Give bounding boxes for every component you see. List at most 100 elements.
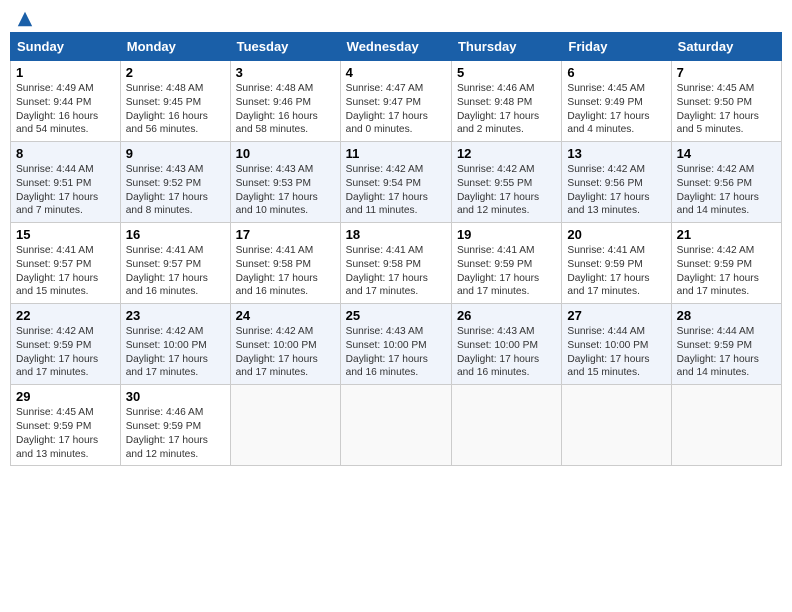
cell-info: Sunrise: 4:44 AM Sunset: 9:59 PM Dayligh… [677,325,776,380]
calendar-week-row: 8 Sunrise: 4:44 AM Sunset: 9:51 PM Daylig… [11,142,782,223]
day-header-tuesday: Tuesday [230,33,340,61]
calendar-week-row: 29 Sunrise: 4:45 AM Sunset: 9:59 PM Dayli… [11,385,782,466]
cell-info: Sunrise: 4:43 AM Sunset: 10:00 PM Daylig… [346,325,446,380]
day-number: 27 [567,308,665,323]
day-header-monday: Monday [120,33,230,61]
calendar-cell: 14 Sunrise: 4:42 AM Sunset: 9:56 PM Dayli… [671,142,781,223]
calendar-week-row: 15 Sunrise: 4:41 AM Sunset: 9:57 PM Dayli… [11,223,782,304]
calendar-cell: 13 Sunrise: 4:42 AM Sunset: 9:56 PM Dayli… [562,142,671,223]
calendar-cell: 16Sunrise: 4:41 AM Sunset: 9:57 PM Dayli… [120,223,230,304]
calendar-cell: 4 Sunrise: 4:47 AM Sunset: 9:47 PM Daylig… [340,61,451,142]
day-number: 26 [457,308,556,323]
cell-info: Sunrise: 4:41 AM Sunset: 9:59 PM Dayligh… [567,244,665,299]
calendar-cell: 1 Sunrise: 4:49 AM Sunset: 9:44 PM Daylig… [11,61,121,142]
day-number: 13 [567,146,665,161]
day-number: 23 [126,308,225,323]
calendar-cell: 30 Sunrise: 4:46 AM Sunset: 9:59 PM Dayli… [120,385,230,466]
day-number: 3 [236,65,335,80]
calendar-cell [230,385,340,466]
day-number: 4 [346,65,446,80]
cell-info: Sunrise: 4:41 AM Sunset: 9:58 PM Dayligh… [236,244,335,299]
calendar-cell: 29 Sunrise: 4:45 AM Sunset: 9:59 PM Dayli… [11,385,121,466]
cell-info: Sunrise: 4:44 AM Sunset: 10:00 PM Daylig… [567,325,665,380]
cell-info: Sunrise: 4:49 AM Sunset: 9:44 PM Dayligh… [16,82,115,137]
calendar-cell: 19 Sunrise: 4:41 AM Sunset: 9:59 PM Dayli… [451,223,561,304]
cell-info: Sunrise: 4:44 AM Sunset: 9:51 PM Dayligh… [16,163,115,218]
day-header-thursday: Thursday [451,33,561,61]
day-header-friday: Friday [562,33,671,61]
cell-info: Sunrise: 4:41 AM Sunset: 9:58 PM Dayligh… [346,244,446,299]
cell-info: Sunrise: 4:43 AM Sunset: 9:53 PM Dayligh… [236,163,335,218]
logo-icon [16,10,34,28]
cell-info: Sunrise: 4:42 AM Sunset: 9:54 PM Dayligh… [346,163,446,218]
calendar-cell: 23 Sunrise: 4:42 AM Sunset: 10:00 PM Dayl… [120,304,230,385]
day-number: 6 [567,65,665,80]
calendar-cell: 27 Sunrise: 4:44 AM Sunset: 10:00 PM Dayl… [562,304,671,385]
calendar-cell: 6 Sunrise: 4:45 AM Sunset: 9:49 PM Daylig… [562,61,671,142]
calendar-week-row: 22Sunrise: 4:42 AM Sunset: 9:59 PM Dayli… [11,304,782,385]
calendar-cell: 21 Sunrise: 4:42 AM Sunset: 9:59 PM Dayli… [671,223,781,304]
cell-info: Sunrise: 4:45 AM Sunset: 9:50 PM Dayligh… [677,82,776,137]
cell-info: Sunrise: 4:48 AM Sunset: 9:46 PM Dayligh… [236,82,335,137]
calendar-table: SundayMondayTuesdayWednesdayThursdayFrid… [10,32,782,466]
day-number: 9 [126,146,225,161]
calendar-cell: 8 Sunrise: 4:44 AM Sunset: 9:51 PM Daylig… [11,142,121,223]
day-header-wednesday: Wednesday [340,33,451,61]
calendar-cell: 20 Sunrise: 4:41 AM Sunset: 9:59 PM Dayli… [562,223,671,304]
day-number: 5 [457,65,556,80]
day-number: 11 [346,146,446,161]
calendar-cell: 3 Sunrise: 4:48 AM Sunset: 9:46 PM Daylig… [230,61,340,142]
day-number: 12 [457,146,556,161]
day-number: 2 [126,65,225,80]
cell-info: Sunrise: 4:42 AM Sunset: 10:00 PM Daylig… [126,325,225,380]
cell-info: Sunrise: 4:41 AM Sunset: 9:57 PM Dayligh… [16,244,115,299]
day-number: 17 [236,227,335,242]
day-number: 28 [677,308,776,323]
day-number: 10 [236,146,335,161]
calendar-cell [451,385,561,466]
cell-info: Sunrise: 4:42 AM Sunset: 9:59 PM Dayligh… [677,244,776,299]
calendar-header-row: SundayMondayTuesdayWednesdayThursdayFrid… [11,33,782,61]
day-number: 29 [16,389,115,404]
day-number: 19 [457,227,556,242]
calendar-cell: 25 Sunrise: 4:43 AM Sunset: 10:00 PM Dayl… [340,304,451,385]
calendar-cell: 24 Sunrise: 4:42 AM Sunset: 10:00 PM Dayl… [230,304,340,385]
calendar-cell: 10 Sunrise: 4:43 AM Sunset: 9:53 PM Dayli… [230,142,340,223]
day-number: 25 [346,308,446,323]
cell-info: Sunrise: 4:42 AM Sunset: 9:55 PM Dayligh… [457,163,556,218]
day-number: 8 [16,146,115,161]
day-number: 20 [567,227,665,242]
calendar-cell: 9 Sunrise: 4:43 AM Sunset: 9:52 PM Daylig… [120,142,230,223]
day-number: 21 [677,227,776,242]
cell-info: Sunrise: 4:43 AM Sunset: 9:52 PM Dayligh… [126,163,225,218]
calendar-cell: 11 Sunrise: 4:42 AM Sunset: 9:54 PM Dayli… [340,142,451,223]
day-header-saturday: Saturday [671,33,781,61]
calendar-cell [340,385,451,466]
cell-info: Sunrise: 4:47 AM Sunset: 9:47 PM Dayligh… [346,82,446,137]
calendar-cell [562,385,671,466]
cell-info: Sunrise: 4:41 AM Sunset: 9:59 PM Dayligh… [457,244,556,299]
calendar-cell: 22Sunrise: 4:42 AM Sunset: 9:59 PM Dayli… [11,304,121,385]
calendar-cell: 12 Sunrise: 4:42 AM Sunset: 9:55 PM Dayli… [451,142,561,223]
day-header-sunday: Sunday [11,33,121,61]
cell-info: Sunrise: 4:46 AM Sunset: 9:59 PM Dayligh… [126,406,225,461]
day-number: 1 [16,65,115,80]
day-number: 16 [126,227,225,242]
day-number: 30 [126,389,225,404]
day-number: 24 [236,308,335,323]
cell-info: Sunrise: 4:45 AM Sunset: 9:59 PM Dayligh… [16,406,115,461]
day-number: 14 [677,146,776,161]
cell-info: Sunrise: 4:45 AM Sunset: 9:49 PM Dayligh… [567,82,665,137]
day-number: 18 [346,227,446,242]
day-number: 22 [16,308,115,323]
cell-info: Sunrise: 4:43 AM Sunset: 10:00 PM Daylig… [457,325,556,380]
day-number: 7 [677,65,776,80]
calendar-week-row: 1 Sunrise: 4:49 AM Sunset: 9:44 PM Daylig… [11,61,782,142]
cell-info: Sunrise: 4:42 AM Sunset: 9:56 PM Dayligh… [677,163,776,218]
cell-info: Sunrise: 4:42 AM Sunset: 9:56 PM Dayligh… [567,163,665,218]
calendar-cell: 5Sunrise: 4:46 AM Sunset: 9:48 PM Daylig… [451,61,561,142]
calendar-cell: 15 Sunrise: 4:41 AM Sunset: 9:57 PM Dayli… [11,223,121,304]
calendar-cell [671,385,781,466]
day-number: 15 [16,227,115,242]
cell-info: Sunrise: 4:42 AM Sunset: 10:00 PM Daylig… [236,325,335,380]
